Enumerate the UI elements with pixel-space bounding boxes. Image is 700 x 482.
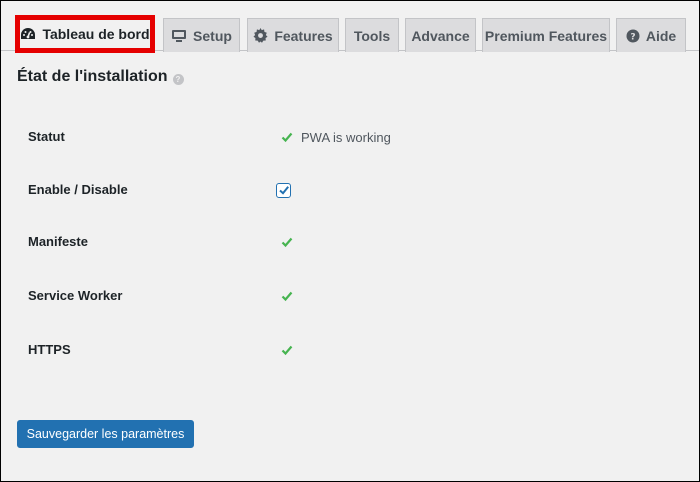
check-icon <box>281 132 293 143</box>
https-value <box>281 339 293 361</box>
gear-icon <box>253 28 268 43</box>
row-statut: Statut PWA is working <box>28 126 688 148</box>
row-manifeste: Manifeste <box>28 231 688 253</box>
tab-label: Features <box>274 27 333 44</box>
service-worker-value <box>281 285 293 307</box>
help-icon[interactable]: ? <box>172 74 184 85</box>
status-value: PWA is working <box>281 126 391 148</box>
row-label: HTTPS <box>28 342 71 357</box>
settings-page: Tableau de bord Setup Features Tools Adv… <box>0 0 700 482</box>
section-title-text: État de l'installation <box>17 68 168 85</box>
tab-label: Tableau de bord <box>42 26 150 42</box>
row-label: Manifeste <box>28 234 88 249</box>
tab-bar: Tableau de bord Setup Features Tools Adv… <box>1 1 699 53</box>
tab-label: Setup <box>193 27 232 44</box>
status-text: PWA is working <box>301 129 391 145</box>
tab-aide[interactable]: ? Aide <box>616 18 686 52</box>
tab-tableau-de-bord[interactable]: Tableau de bord <box>15 15 155 53</box>
row-enable-disable: Enable / Disable <box>28 179 688 201</box>
tab-label: Advance <box>411 27 470 44</box>
check-icon <box>281 237 293 248</box>
tab-label: Tools <box>353 27 391 44</box>
checkmark-icon <box>278 186 289 195</box>
manifeste-value <box>281 231 293 253</box>
check-icon <box>281 291 293 302</box>
dashboard-gauge-icon <box>20 27 36 41</box>
tab-advance[interactable]: Advance <box>405 18 476 52</box>
row-label: Service Worker <box>28 288 123 303</box>
tab-setup[interactable]: Setup <box>163 18 240 52</box>
row-https: HTTPS <box>28 339 688 361</box>
question-circle-icon: ? <box>626 29 640 43</box>
enable-value <box>276 179 291 201</box>
row-service-worker: Service Worker <box>28 285 688 307</box>
tab-premium-features[interactable]: Premium Features <box>482 18 610 52</box>
tab-features[interactable]: Features <box>247 18 339 52</box>
tab-label: Aide <box>645 27 677 44</box>
monitor-icon <box>171 29 187 43</box>
row-label: Enable / Disable <box>28 182 128 197</box>
enable-checkbox[interactable] <box>276 182 291 198</box>
section-title: État de l'installation ? <box>17 68 184 86</box>
row-label: Statut <box>28 129 65 144</box>
save-settings-button[interactable]: Sauvegarder les paramètres <box>17 420 194 448</box>
check-icon <box>281 345 293 356</box>
svg-text:?: ? <box>630 32 635 42</box>
tab-tools[interactable]: Tools <box>345 18 399 52</box>
tab-label: Premium Features <box>484 27 608 44</box>
